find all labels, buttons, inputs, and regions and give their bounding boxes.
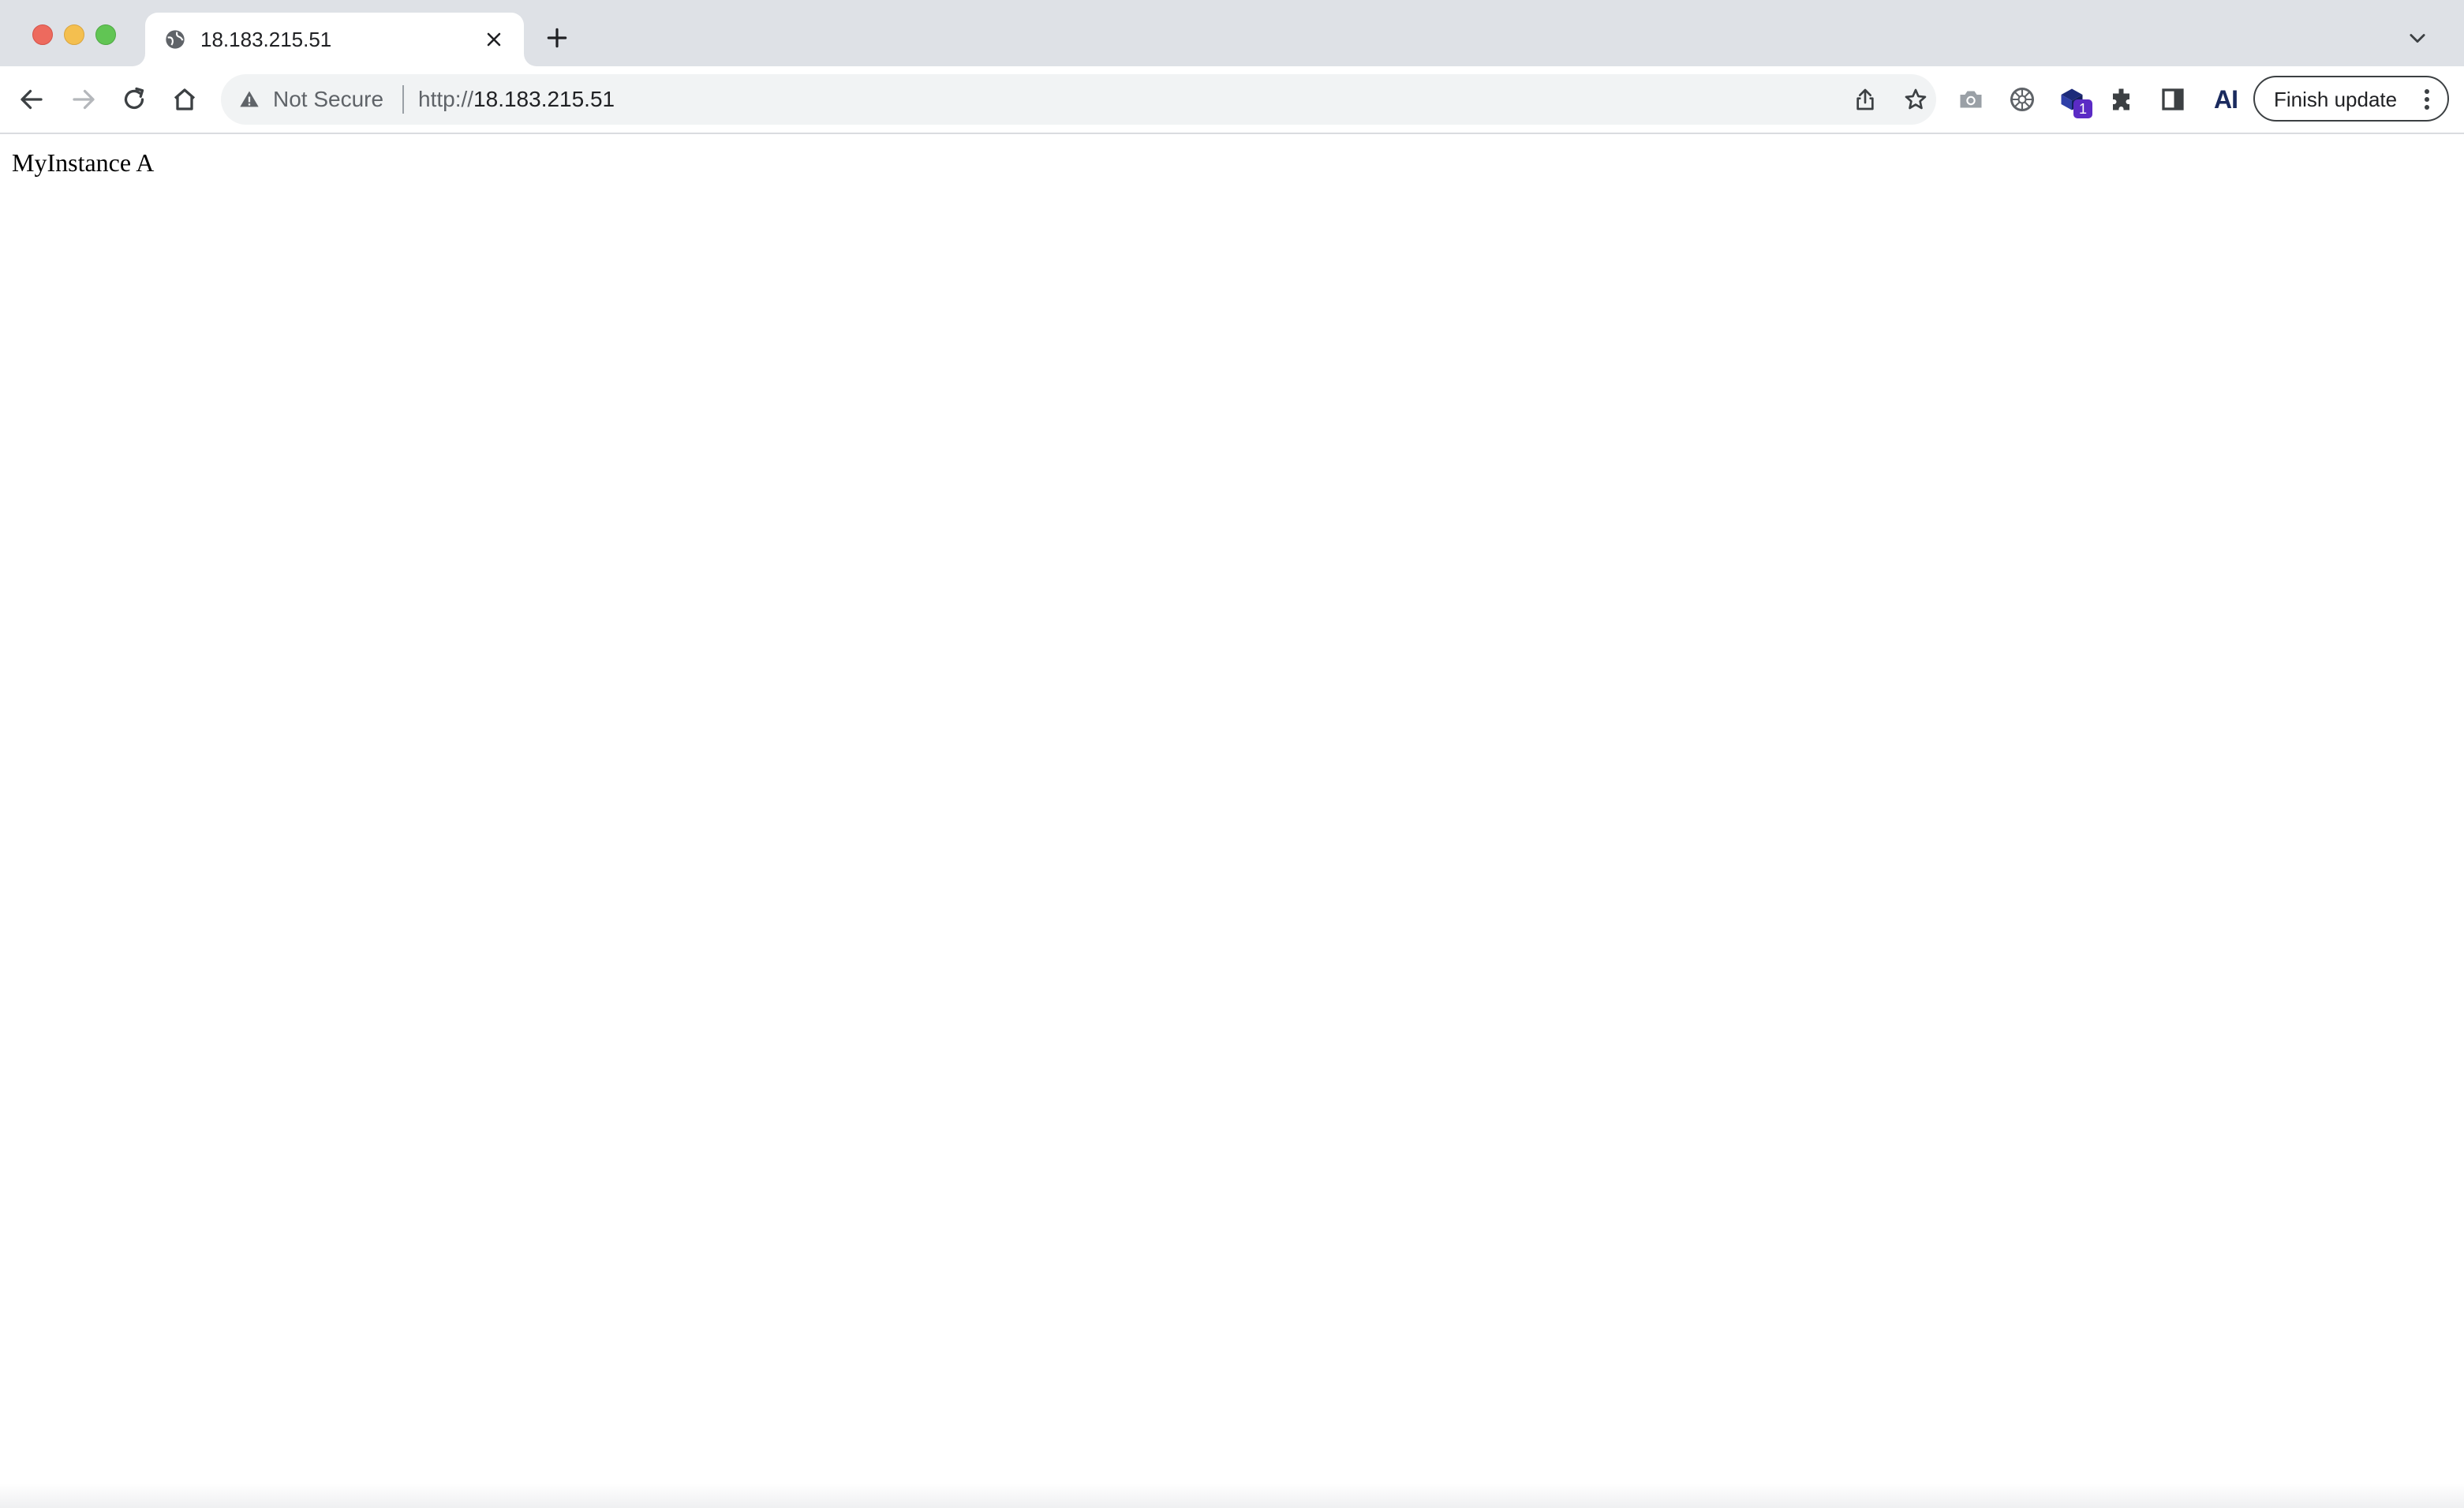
reload-icon[interactable] (120, 85, 148, 114)
window-zoom-button[interactable] (95, 24, 116, 45)
close-tab-icon[interactable] (483, 28, 505, 51)
puzzle-extensions-icon[interactable] (2108, 85, 2137, 114)
camera-extension-icon[interactable] (1957, 85, 1985, 114)
security-status-label[interactable]: Not Secure (273, 86, 383, 113)
globe-icon (166, 30, 185, 49)
aperture-extension-icon[interactable] (2008, 85, 2036, 114)
window-close-button[interactable] (32, 24, 53, 45)
url-host: 18.183.215.51 (473, 87, 615, 111)
bookmark-star-icon[interactable] (1903, 87, 1928, 112)
browser-toolbar: Not Secure http://18.183.215.51 1 AI Fin… (0, 66, 2464, 134)
omnibox-divider (402, 85, 404, 114)
tab-strip: 18.183.215.51 (0, 0, 2464, 66)
new-tab-icon[interactable] (544, 25, 570, 51)
forward-arrow-icon[interactable] (69, 85, 98, 114)
page-body-text: MyInstance A (12, 148, 155, 177)
side-panel-icon[interactable] (2159, 85, 2187, 114)
home-icon[interactable] (170, 85, 199, 114)
url-scheme: http:// (418, 87, 474, 111)
share-icon[interactable] (1853, 87, 1878, 112)
ai-extension-icon[interactable]: AI (2214, 82, 2238, 117)
page-viewport: MyInstance A (0, 134, 2464, 1508)
more-menu-icon[interactable] (2422, 88, 2432, 111)
finish-update-button[interactable]: Finish update (2253, 76, 2449, 122)
window-minimize-button[interactable] (64, 24, 84, 45)
back-arrow-icon[interactable] (17, 85, 46, 114)
tab-search-chevron-icon[interactable] (2406, 27, 2428, 49)
bottom-edge-shadow (0, 1484, 2464, 1508)
url-text[interactable]: http://18.183.215.51 (418, 86, 615, 113)
browser-tab-active[interactable]: 18.183.215.51 (145, 13, 524, 66)
address-bar[interactable]: Not Secure http://18.183.215.51 (221, 74, 1936, 125)
finish-update-label: Finish update (2274, 88, 2398, 111)
warning-triangle-icon[interactable] (238, 88, 260, 110)
extension-badge: 1 (2073, 99, 2092, 118)
tab-title: 18.183.215.51 (200, 28, 332, 51)
